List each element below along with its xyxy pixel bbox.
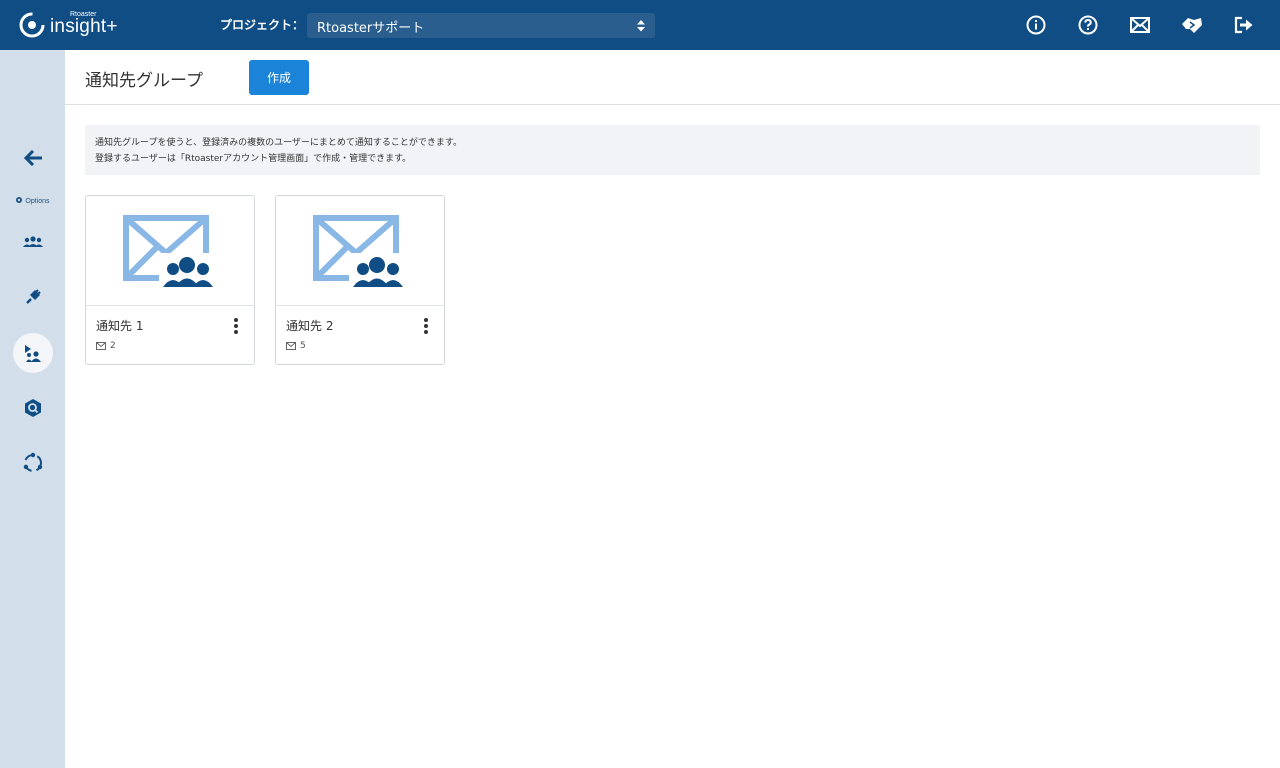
info-icon: [1026, 15, 1046, 35]
sidebar-item-segments[interactable]: [13, 222, 53, 262]
logo-product-name: insight+: [50, 16, 118, 37]
small-mail-icon: [286, 342, 296, 350]
sidebar: Options: [0, 50, 65, 768]
back-arrow-icon: [23, 150, 42, 166]
project-label: プロジェクト：: [220, 18, 305, 32]
small-mail-icon: [96, 342, 106, 350]
card-recipient-count: 5: [286, 341, 306, 351]
card-thumbnail: [276, 196, 444, 306]
card-recipient-count: 2: [96, 341, 116, 351]
sidebar-item-notification-groups[interactable]: [13, 333, 53, 373]
group-mail-icon: [313, 214, 407, 287]
info-button[interactable]: [1024, 13, 1048, 37]
notification-group-icon: [25, 345, 41, 362]
card-thumbnail: [86, 196, 254, 306]
project-select-value: Rtoasterサポート: [317, 21, 425, 36]
recipient-count-value: 5: [300, 341, 306, 351]
card-menu-button[interactable]: [418, 316, 434, 336]
segment-users-icon: [23, 236, 43, 247]
select-arrows-icon: [637, 20, 645, 32]
create-button[interactable]: 作成: [249, 60, 309, 95]
card-title: 通知先 2: [286, 319, 334, 333]
logo-mark-icon: [19, 12, 45, 38]
info-line-2: 登録するユーザーは「Rtoasterアカウント管理画面」で作成・管理できます。: [95, 154, 412, 164]
mail-icon: [1130, 17, 1150, 33]
more-vertical-icon: [234, 318, 238, 322]
cycle-icon: [23, 452, 43, 472]
partnership-button[interactable]: [1180, 13, 1204, 37]
info-line-1: 通知先グループを使うと、登録済みの複数のユーザーにまとめて通知することができます…: [95, 138, 463, 148]
search-hexagon-icon: [25, 399, 41, 417]
info-message: 通知先グループを使うと、登録済みの複数のユーザーにまとめて通知することができます…: [85, 125, 1260, 175]
handshake-icon: [1182, 18, 1202, 33]
more-vertical-icon: [424, 318, 428, 322]
app-logo[interactable]: Rtoaster insight+: [18, 9, 128, 41]
sidebar-options-label: Options: [25, 198, 50, 205]
notification-group-card[interactable]: 通知先 2 5: [275, 195, 445, 365]
header-actions: [1024, 13, 1256, 37]
group-mail-icon: [123, 214, 217, 287]
sidebar-item-plugins[interactable]: [13, 277, 53, 317]
notification-group-list: 通知先 1 2 通知先 2 5: [85, 195, 445, 365]
top-navigation-bar: Rtoaster insight+ プロジェクト： Rtoasterサポート: [0, 0, 1280, 50]
help-button[interactable]: [1076, 13, 1100, 37]
options-gear-icon: [16, 197, 23, 203]
project-select[interactable]: Rtoasterサポート: [307, 13, 655, 38]
sidebar-back-button[interactable]: [13, 138, 53, 178]
logout-button[interactable]: [1232, 13, 1256, 37]
help-icon: [1078, 15, 1098, 35]
notification-group-card[interactable]: 通知先 1 2: [85, 195, 255, 365]
page-header: 通知先グループ 作成: [65, 50, 1280, 105]
page-title: 通知先グループ: [85, 71, 203, 91]
sidebar-options[interactable]: Options: [0, 196, 65, 205]
main-content: 通知先グループ 作成 通知先グループを使うと、登録済みの複数のユーザーにまとめて…: [65, 50, 1280, 768]
plugin-icon: [26, 289, 41, 304]
recipient-count-value: 2: [110, 341, 116, 351]
logout-icon: [1234, 16, 1253, 34]
mail-button[interactable]: [1128, 13, 1152, 37]
sidebar-item-cycle[interactable]: [13, 443, 53, 483]
card-menu-button[interactable]: [228, 316, 244, 336]
card-title: 通知先 1: [96, 319, 144, 333]
sidebar-item-search[interactable]: [13, 388, 53, 428]
